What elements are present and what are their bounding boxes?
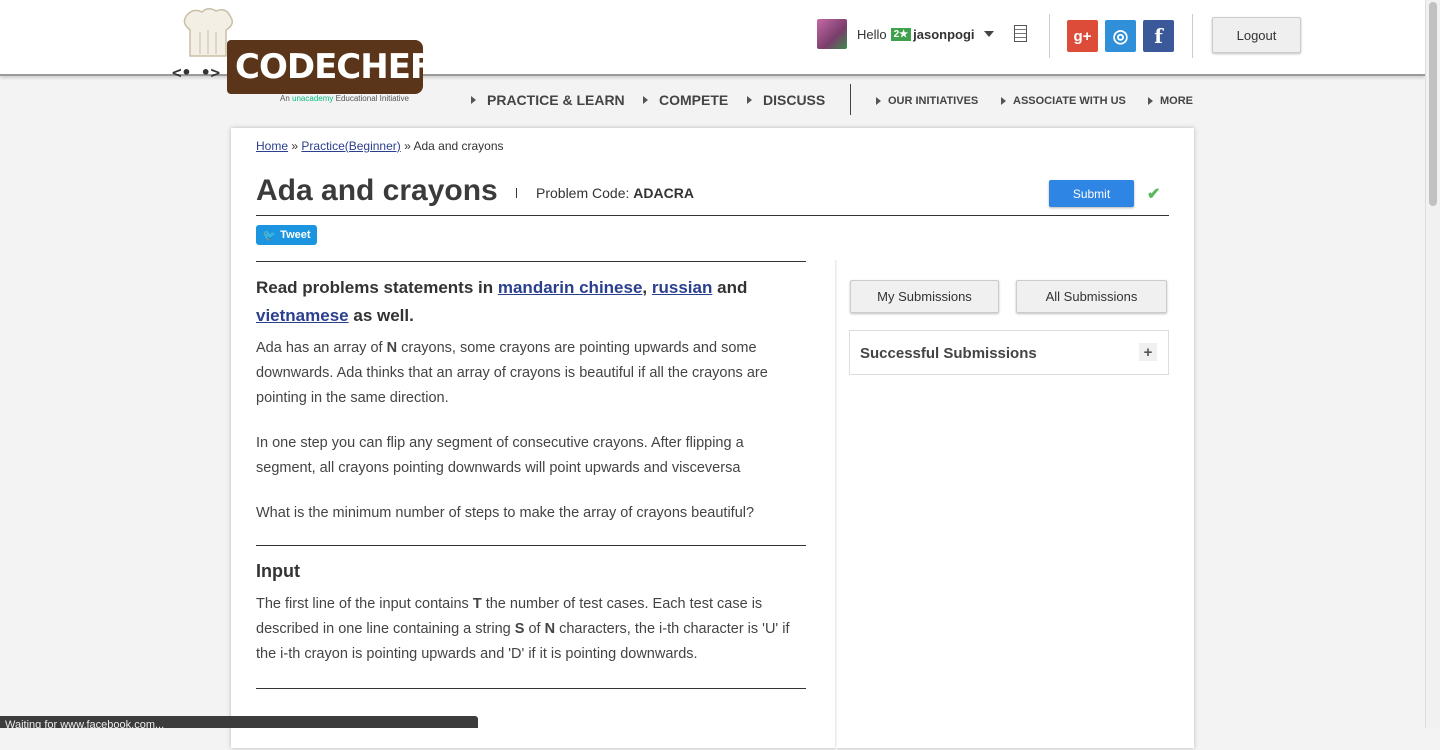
submit-button[interactable]: Submit [1049, 180, 1134, 207]
statement-paragraph: Ada has an array of N crayons, some cray… [256, 340, 768, 406]
chef-face-icon: <• •> [172, 63, 221, 82]
caret-right-icon [747, 96, 752, 104]
problem-card: Home » Practice(Beginner) » Ada and cray… [231, 128, 1194, 750]
input-heading: Input [256, 561, 300, 581]
page-title: Ada and crayons [256, 174, 498, 207]
input-paragraph: The first line of the input contains T t… [256, 596, 790, 662]
language-notice: Read problems statements in mandarin chi… [256, 278, 748, 325]
nav-practice-learn[interactable]: PRACTICE & LEARN [471, 92, 625, 108]
nav-compete[interactable]: COMPETE [643, 92, 728, 108]
top-header: <• •> CODECHEF An unacademy Educational … [0, 0, 1425, 103]
avatar[interactable] [817, 19, 847, 49]
section-rule [256, 688, 806, 689]
greeting-text: Hello [857, 26, 887, 42]
chevron-down-icon[interactable] [983, 31, 994, 37]
column-divider [835, 260, 837, 750]
nav-more[interactable]: MORE [1148, 95, 1193, 107]
user-menu[interactable]: Hello 2★ jasonpogi [817, 19, 994, 49]
logout-button[interactable]: Logout [1212, 17, 1301, 53]
section-rule [256, 261, 806, 262]
problem-statement: Read problems statements in mandarin chi… [256, 261, 806, 689]
username[interactable]: jasonpogi [913, 27, 974, 42]
link-mandarin-chinese[interactable]: mandarin chinese [498, 278, 643, 297]
breadcrumb-home-link[interactable]: Home [256, 139, 288, 153]
my-submissions-button[interactable]: My Submissions [850, 280, 999, 313]
statement-paragraph: In one step you can flip any segment of … [256, 435, 744, 476]
title-rule [256, 215, 1169, 216]
all-submissions-button[interactable]: All Submissions [1016, 280, 1167, 313]
twitter-bird-icon: 🐦 [262, 229, 277, 242]
nav-divider [850, 84, 851, 115]
header-divider [1192, 14, 1193, 58]
document-icon[interactable] [1014, 25, 1027, 42]
link-vietnamese[interactable]: vietnamese [256, 306, 349, 325]
panel-title: Successful Submissions [860, 345, 1037, 362]
breadcrumb-current: Ada and crayons [413, 139, 504, 153]
expand-plus-icon[interactable]: + [1139, 343, 1157, 361]
header-divider [1049, 14, 1050, 58]
caret-right-icon [643, 96, 648, 104]
page-scrollbar[interactable] [1425, 0, 1440, 728]
title-divider [516, 188, 517, 198]
caret-right-icon [876, 97, 881, 105]
tweet-button[interactable]: 🐦 Tweet [256, 225, 317, 245]
checkmark-icon: ✔ [1147, 186, 1161, 203]
statement-paragraph: What is the minimum number of steps to m… [256, 505, 755, 521]
problem-code: Problem Code: ADACRA [536, 185, 694, 201]
breadcrumb: Home » Practice(Beginner) » Ada and cray… [256, 139, 504, 153]
nav-our-initiatives[interactable]: OUR INITIATIVES [876, 95, 978, 107]
successful-submissions-panel[interactable]: Successful Submissions + [849, 330, 1169, 375]
link-russian[interactable]: russian [652, 278, 712, 297]
browser-status-bar: Waiting for www.facebook.com... [0, 716, 478, 728]
scrollbar-thumb[interactable] [1429, 2, 1437, 206]
google-plus-icon[interactable]: g+ [1067, 20, 1098, 52]
nav-associate-with-us[interactable]: ASSOCIATE WITH US [1001, 95, 1126, 107]
caret-right-icon [471, 96, 476, 104]
codechef-logo[interactable]: <• •> CODECHEF An unacademy Educational … [172, 8, 433, 108]
github-icon[interactable]: ◎ [1105, 20, 1136, 52]
nav-discuss[interactable]: DISCUSS [747, 92, 825, 108]
facebook-icon[interactable]: f [1143, 20, 1174, 52]
logo-wordmark: CODECHEF [227, 40, 433, 94]
caret-right-icon [1148, 97, 1153, 105]
section-rule [256, 545, 806, 546]
breadcrumb-practice-link[interactable]: Practice(Beginner) [301, 139, 400, 153]
logo-tagline: An unacademy Educational Initiative [280, 94, 410, 103]
caret-right-icon [1001, 97, 1006, 105]
star-rating-badge: 2★ [890, 27, 912, 41]
